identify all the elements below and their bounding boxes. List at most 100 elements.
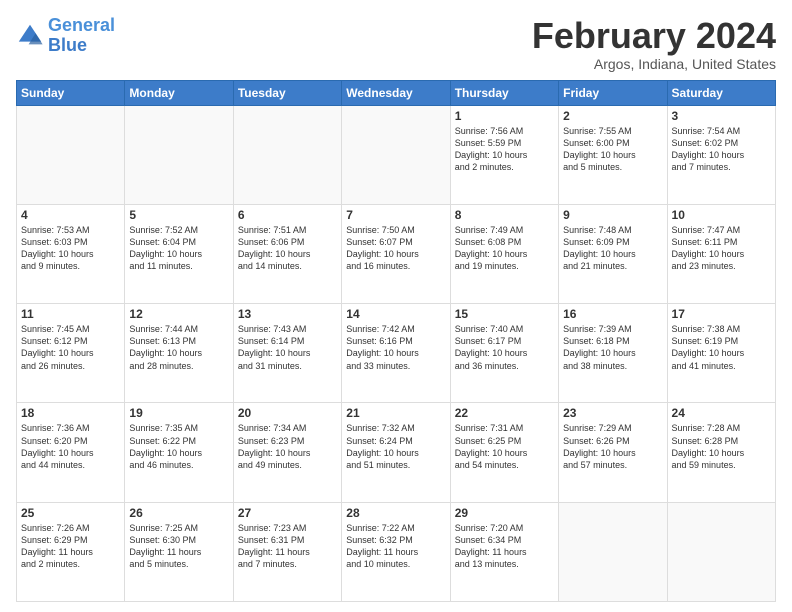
- day-number: 17: [672, 307, 771, 321]
- calendar-cell: 6 Sunrise: 7:51 AM Sunset: 6:06 PM Daylig…: [233, 204, 341, 303]
- day-info: Sunrise: 7:45 AM Sunset: 6:12 PM Dayligh…: [21, 323, 120, 372]
- page: General Blue February 2024 Argos, Indian…: [0, 0, 792, 612]
- calendar-cell: 1 Sunrise: 7:56 AM Sunset: 5:59 PM Daylig…: [450, 105, 558, 204]
- day-info: Sunrise: 7:52 AM Sunset: 6:04 PM Dayligh…: [129, 224, 228, 273]
- calendar-header-friday: Friday: [559, 80, 667, 105]
- calendar-cell: 26Sunrise: 7:25 AM Sunset: 6:30 PM Dayli…: [125, 502, 233, 601]
- day-number: 13: [238, 307, 337, 321]
- day-number: 18: [21, 406, 120, 420]
- day-info: Sunrise: 7:48 AM Sunset: 6:09 PM Dayligh…: [563, 224, 662, 273]
- day-number: 3: [672, 109, 771, 123]
- day-number: 22: [455, 406, 554, 420]
- calendar-cell: 20Sunrise: 7:34 AM Sunset: 6:23 PM Dayli…: [233, 403, 341, 502]
- day-number: 27: [238, 506, 337, 520]
- calendar-cell: 4Sunrise: 7:53 AM Sunset: 6:03 PM Daylig…: [17, 204, 125, 303]
- logo-icon: [16, 22, 44, 50]
- day-number: 4: [21, 208, 120, 222]
- day-info: Sunrise: 7:55 AM Sunset: 6:00 PM Dayligh…: [563, 125, 662, 174]
- day-number: 8: [455, 208, 554, 222]
- calendar-cell: 5 Sunrise: 7:52 AM Sunset: 6:04 PM Daylig…: [125, 204, 233, 303]
- day-number: 16: [563, 307, 662, 321]
- calendar-header-saturday: Saturday: [667, 80, 775, 105]
- day-number: 24: [672, 406, 771, 420]
- calendar-cell: 3Sunrise: 7:54 AM Sunset: 6:02 PM Daylig…: [667, 105, 775, 204]
- day-info: Sunrise: 7:28 AM Sunset: 6:28 PM Dayligh…: [672, 422, 771, 471]
- calendar-header-thursday: Thursday: [450, 80, 558, 105]
- day-info: Sunrise: 7:43 AM Sunset: 6:14 PM Dayligh…: [238, 323, 337, 372]
- day-number: 6: [238, 208, 337, 222]
- day-info: Sunrise: 7:25 AM Sunset: 6:30 PM Dayligh…: [129, 522, 228, 571]
- day-number: 9: [563, 208, 662, 222]
- calendar-cell: 7 Sunrise: 7:50 AM Sunset: 6:07 PM Daylig…: [342, 204, 450, 303]
- calendar-cell: 27 Sunrise: 7:23 AM Sunset: 6:31 PM Dayli…: [233, 502, 341, 601]
- day-number: 28: [346, 506, 445, 520]
- calendar-cell: [125, 105, 233, 204]
- day-info: Sunrise: 7:20 AM Sunset: 6:34 PM Dayligh…: [455, 522, 554, 571]
- day-info: Sunrise: 7:39 AM Sunset: 6:18 PM Dayligh…: [563, 323, 662, 372]
- calendar-week-5: 25 Sunrise: 7:26 AM Sunset: 6:29 PM Dayli…: [17, 502, 776, 601]
- header: General Blue February 2024 Argos, Indian…: [16, 16, 776, 72]
- calendar-cell: [17, 105, 125, 204]
- logo-general: General: [48, 15, 115, 35]
- calendar-header-tuesday: Tuesday: [233, 80, 341, 105]
- day-number: 29: [455, 506, 554, 520]
- calendar-week-4: 18 Sunrise: 7:36 AM Sunset: 6:20 PM Dayli…: [17, 403, 776, 502]
- day-info: Sunrise: 7:40 AM Sunset: 6:17 PM Dayligh…: [455, 323, 554, 372]
- calendar-cell: 29 Sunrise: 7:20 AM Sunset: 6:34 PM Dayli…: [450, 502, 558, 601]
- main-title: February 2024: [532, 16, 776, 56]
- day-info: Sunrise: 7:26 AM Sunset: 6:29 PM Dayligh…: [21, 522, 120, 571]
- day-number: 1: [455, 109, 554, 123]
- day-number: 25: [21, 506, 120, 520]
- day-number: 15: [455, 307, 554, 321]
- calendar-header-sunday: Sunday: [17, 80, 125, 105]
- calendar-cell: 18 Sunrise: 7:36 AM Sunset: 6:20 PM Dayli…: [17, 403, 125, 502]
- calendar-cell: [342, 105, 450, 204]
- day-number: 14: [346, 307, 445, 321]
- calendar-cell: [667, 502, 775, 601]
- day-number: 21: [346, 406, 445, 420]
- logo: General Blue: [16, 16, 115, 56]
- calendar-cell: 23Sunrise: 7:29 AM Sunset: 6:26 PM Dayli…: [559, 403, 667, 502]
- day-info: Sunrise: 7:29 AM Sunset: 6:26 PM Dayligh…: [563, 422, 662, 471]
- day-info: Sunrise: 7:56 AM Sunset: 5:59 PM Dayligh…: [455, 125, 554, 174]
- calendar-cell: [233, 105, 341, 204]
- day-info: Sunrise: 7:47 AM Sunset: 6:11 PM Dayligh…: [672, 224, 771, 273]
- day-info: Sunrise: 7:36 AM Sunset: 6:20 PM Dayligh…: [21, 422, 120, 471]
- title-block: February 2024 Argos, Indiana, United Sta…: [532, 16, 776, 72]
- calendar-cell: 17Sunrise: 7:38 AM Sunset: 6:19 PM Dayli…: [667, 304, 775, 403]
- calendar-cell: 13 Sunrise: 7:43 AM Sunset: 6:14 PM Dayli…: [233, 304, 341, 403]
- calendar-cell: [559, 502, 667, 601]
- logo-blue: Blue: [48, 36, 115, 56]
- day-number: 7: [346, 208, 445, 222]
- day-info: Sunrise: 7:32 AM Sunset: 6:24 PM Dayligh…: [346, 422, 445, 471]
- calendar-cell: 11 Sunrise: 7:45 AM Sunset: 6:12 PM Dayli…: [17, 304, 125, 403]
- day-info: Sunrise: 7:35 AM Sunset: 6:22 PM Dayligh…: [129, 422, 228, 471]
- day-number: 11: [21, 307, 120, 321]
- calendar-cell: 25 Sunrise: 7:26 AM Sunset: 6:29 PM Dayli…: [17, 502, 125, 601]
- calendar-header-row: SundayMondayTuesdayWednesdayThursdayFrid…: [17, 80, 776, 105]
- calendar-week-1: 1 Sunrise: 7:56 AM Sunset: 5:59 PM Daylig…: [17, 105, 776, 204]
- calendar-cell: 19 Sunrise: 7:35 AM Sunset: 6:22 PM Dayli…: [125, 403, 233, 502]
- day-number: 19: [129, 406, 228, 420]
- calendar-cell: 21 Sunrise: 7:32 AM Sunset: 6:24 PM Dayli…: [342, 403, 450, 502]
- day-info: Sunrise: 7:42 AM Sunset: 6:16 PM Dayligh…: [346, 323, 445, 372]
- calendar-cell: 10 Sunrise: 7:47 AM Sunset: 6:11 PM Dayli…: [667, 204, 775, 303]
- calendar-cell: 14 Sunrise: 7:42 AM Sunset: 6:16 PM Dayli…: [342, 304, 450, 403]
- day-info: Sunrise: 7:51 AM Sunset: 6:06 PM Dayligh…: [238, 224, 337, 273]
- day-info: Sunrise: 7:22 AM Sunset: 6:32 PM Dayligh…: [346, 522, 445, 571]
- calendar-cell: 28 Sunrise: 7:22 AM Sunset: 6:32 PM Dayli…: [342, 502, 450, 601]
- day-info: Sunrise: 7:50 AM Sunset: 6:07 PM Dayligh…: [346, 224, 445, 273]
- calendar-cell: 15 Sunrise: 7:40 AM Sunset: 6:17 PM Dayli…: [450, 304, 558, 403]
- calendar-cell: 8 Sunrise: 7:49 AM Sunset: 6:08 PM Daylig…: [450, 204, 558, 303]
- day-number: 10: [672, 208, 771, 222]
- day-number: 2: [563, 109, 662, 123]
- day-number: 5: [129, 208, 228, 222]
- day-info: Sunrise: 7:23 AM Sunset: 6:31 PM Dayligh…: [238, 522, 337, 571]
- calendar-header-monday: Monday: [125, 80, 233, 105]
- day-info: Sunrise: 7:49 AM Sunset: 6:08 PM Dayligh…: [455, 224, 554, 273]
- calendar-cell: 16 Sunrise: 7:39 AM Sunset: 6:18 PM Dayli…: [559, 304, 667, 403]
- calendar-header-wednesday: Wednesday: [342, 80, 450, 105]
- calendar-cell: 9 Sunrise: 7:48 AM Sunset: 6:09 PM Daylig…: [559, 204, 667, 303]
- calendar-cell: 12Sunrise: 7:44 AM Sunset: 6:13 PM Dayli…: [125, 304, 233, 403]
- calendar-table: SundayMondayTuesdayWednesdayThursdayFrid…: [16, 80, 776, 602]
